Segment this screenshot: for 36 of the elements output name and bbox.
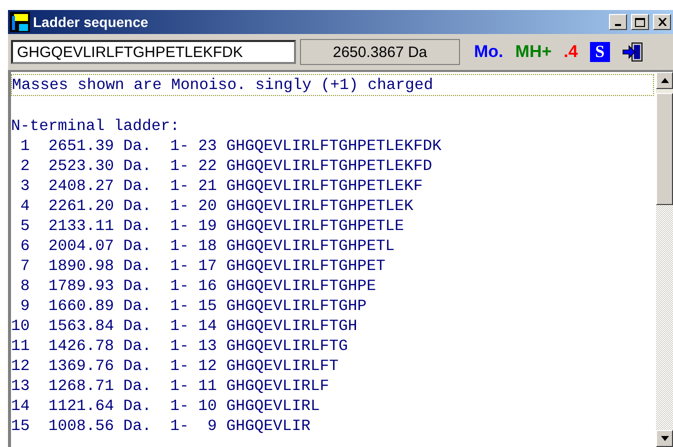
close-button[interactable] xyxy=(653,14,671,30)
mass-type-toggle[interactable]: Mo. xyxy=(474,42,504,62)
app-icon xyxy=(10,12,30,32)
maximize-icon xyxy=(635,18,645,26)
ladder-row-text: 15 1008.56 Da. 1- 9 GHGQEVLIR xyxy=(11,416,312,436)
s-button[interactable]: S xyxy=(590,42,610,62)
charge-mode-toggle[interactable]: MH+ xyxy=(515,42,552,62)
mass-note: Masses shown are Monoiso. singly (+1) charged xyxy=(11,74,654,96)
scrollbar[interactable] xyxy=(656,72,673,447)
up-arrow-icon xyxy=(660,78,668,83)
ladder-row-text: 7 1890.98 Da. 1- 17 GHGQEVLIRLFTGHPET xyxy=(19,256,386,276)
scroll-up-button[interactable] xyxy=(656,72,673,89)
ladder-row-text: 13 1268.71 Da. 1- 11 GHGQEVLIRLF xyxy=(11,376,330,396)
ladder-row-text: 1 2651.39 Da. 1- 23 GHGQEVLIRLFTGHPETLEKFDK xyxy=(19,136,442,156)
down-arrow-icon xyxy=(660,436,668,441)
ladder-row-text: 11 1426.78 Da. 1- 13 GHGQEVLIRLFTG xyxy=(11,336,349,356)
ladder-row-text: 8 1789.93 Da. 1- 16 GHGQEVLIRLFTGHPE xyxy=(19,276,377,296)
maximize-button[interactable] xyxy=(631,14,649,30)
ladder-heading: N-terminal ladder: xyxy=(11,116,180,136)
window-title: Ladder sequence xyxy=(33,14,150,30)
ladder-row-text: 14 1121.64 Da. 1- 10 GHGQEVLIRL xyxy=(11,396,321,416)
close-icon xyxy=(658,18,666,26)
sequence-field[interactable]: GHGQEVLIRLFTGHPETLEKFDK xyxy=(11,40,296,64)
ladder-row-text: 6 2004.07 Da. 1- 18 GHGQEVLIRLFTGHPETL xyxy=(19,236,396,256)
ladder-row-text: 3 2408.27 Da. 1- 21 GHGQEVLIRLFTGHPETLEKF xyxy=(19,176,424,196)
ladder-row-text: 10 1563.84 Da. 1- 14 GHGQEVLIRLFTGH xyxy=(11,316,358,336)
ladder-row-text: 4 2261.20 Da. 1- 20 GHGQEVLIRLFTGHPETLEK xyxy=(19,196,414,216)
mass-display: 2650.3867 Da xyxy=(300,39,460,65)
ladder-row-text: 5 2133.11 Da. 1- 19 GHGQEVLIRLFTGHPETLE xyxy=(19,216,406,236)
minimize-button[interactable] xyxy=(609,14,627,30)
scroll-down-button[interactable] xyxy=(656,430,673,447)
ladder-row-text: 9 1660.89 Da. 1- 15 GHGQEVLIRLFTGHP xyxy=(19,296,368,316)
scroll-thumb[interactable] xyxy=(656,93,673,205)
exit-door-icon[interactable] xyxy=(622,41,644,63)
ladder-row-text: 2 2523.30 Da. 1- 22 GHGQEVLIRLFTGHPETLEKFD xyxy=(19,156,434,176)
ladder-row-text: 12 1369.76 Da. 1- 12 GHGQEVLIRLFT xyxy=(11,356,340,376)
